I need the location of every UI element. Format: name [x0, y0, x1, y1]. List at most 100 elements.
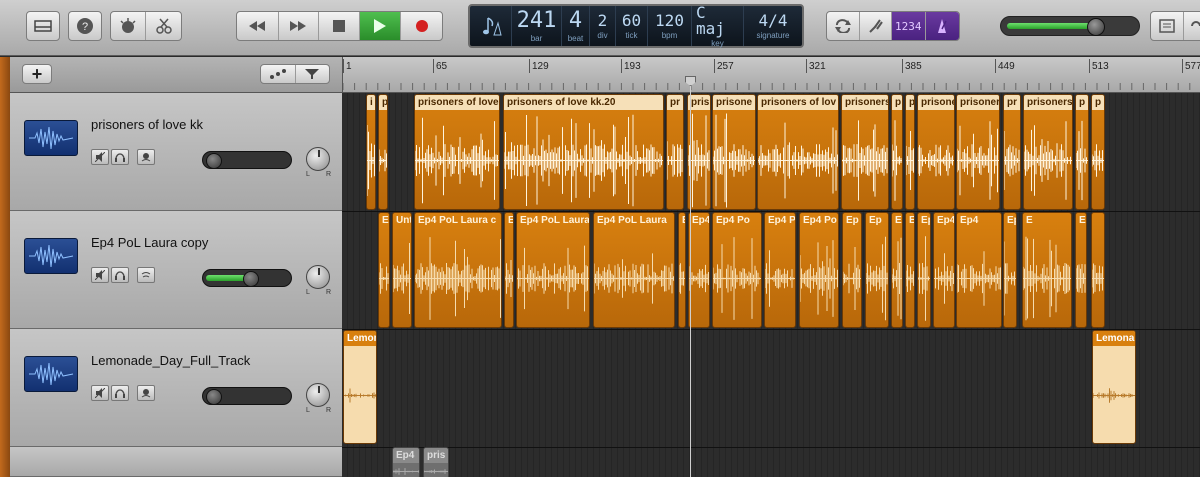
record-enable-button[interactable]	[137, 267, 155, 283]
audio-region[interactable]	[1091, 212, 1105, 328]
track-name[interactable]: prisoners of love kk	[91, 117, 203, 132]
audio-region[interactable]: p	[905, 94, 915, 210]
loop-browser-button[interactable]	[1184, 12, 1200, 40]
cycle-button[interactable]	[827, 12, 860, 40]
record-enable-button[interactable]	[137, 149, 155, 165]
record-enable-button[interactable]	[137, 385, 155, 401]
record-button[interactable]	[401, 12, 442, 40]
playhead[interactable]	[690, 80, 691, 477]
audio-region[interactable]: Ep4 Po	[712, 212, 762, 328]
solo-button[interactable]	[111, 149, 129, 165]
audio-region[interactable]: Lemona	[343, 330, 377, 444]
pan-knob[interactable]	[306, 265, 330, 289]
mute-button[interactable]	[91, 385, 109, 401]
lcd-key-cell[interactable]: C maj key	[692, 4, 744, 48]
audio-region[interactable]: p	[1091, 94, 1105, 210]
arrange-area[interactable]: ipprisoners of loveprisoners of love kk.…	[342, 93, 1200, 477]
audio-region[interactable]: E	[891, 212, 903, 328]
stop-button[interactable]	[319, 12, 360, 40]
audio-region[interactable]: Ep4 PoL Laura	[516, 212, 590, 328]
audio-region[interactable]: Ep	[865, 212, 889, 328]
audio-region[interactable]: p	[891, 94, 903, 210]
audio-region[interactable]: Ep	[842, 212, 862, 328]
audio-region[interactable]: Ep4	[392, 447, 420, 477]
track-volume-slider[interactable]	[202, 151, 292, 169]
smart-controls-button[interactable]	[111, 12, 147, 40]
track-name[interactable]: Ep4 PoL Laura copy	[91, 235, 208, 250]
library-button[interactable]	[26, 11, 60, 41]
audio-region[interactable]: prisoners	[1023, 94, 1073, 210]
audio-region[interactable]: pris	[423, 447, 449, 477]
lcd-bpm-cell[interactable]: 120 bpm	[648, 6, 692, 46]
notepad-button[interactable]	[1151, 12, 1184, 40]
rewind-button[interactable]	[237, 12, 279, 40]
track-header-2[interactable]: Ep4 PoL Laura copy L R	[10, 211, 342, 329]
audio-region[interactable]: Lemona	[1092, 330, 1136, 444]
lcd-signature-cell[interactable]: 4/4 signature	[744, 6, 802, 46]
lcd-display[interactable]: 241 bar 4 beat 2 div 60 tick 120 bpm C m…	[468, 4, 804, 48]
audio-region[interactable]: prisone	[712, 94, 756, 210]
audio-region[interactable]: p	[1075, 94, 1089, 210]
audio-region[interactable]: Ep4	[917, 212, 931, 328]
audio-region[interactable]: E	[678, 212, 686, 328]
timeline-ruler[interactable]: 1 65 129 193 257 321 385 449 513 577	[342, 57, 1200, 93]
audio-region[interactable]: E	[905, 212, 915, 328]
metronome-button[interactable]	[925, 12, 959, 40]
audio-region[interactable]: Ep4	[956, 212, 1002, 328]
audio-region[interactable]: Ep4 PoL Laura	[593, 212, 675, 328]
tuner-button[interactable]	[860, 12, 893, 40]
master-volume-slider[interactable]	[1000, 16, 1140, 36]
audio-region[interactable]: prisoner	[956, 94, 1000, 210]
audio-region[interactable]: pr	[666, 94, 684, 210]
track-header-1[interactable]: prisoners of love kk L R	[10, 93, 342, 211]
audio-region[interactable]: Ep4	[688, 212, 710, 328]
track-header-3[interactable]: Lemonade_Day_Full_Track L R	[10, 329, 342, 447]
audio-region[interactable]: prisoners of love kk.20	[503, 94, 664, 210]
automation-button[interactable]	[261, 65, 296, 83]
audio-region[interactable]: pr	[1003, 94, 1021, 210]
waveform-icon	[24, 356, 78, 392]
track-volume-knob[interactable]	[243, 271, 260, 286]
help-button[interactable]: ?	[68, 11, 102, 41]
editors-button[interactable]	[146, 12, 181, 40]
audio-region[interactable]: E	[504, 212, 514, 328]
pan-knob[interactable]	[306, 147, 330, 171]
mute-button[interactable]	[91, 149, 109, 165]
region-waveform	[934, 229, 954, 327]
audio-region[interactable]: Ep4 PoL Laura c	[414, 212, 502, 328]
filter-button[interactable]	[296, 65, 329, 83]
audio-region[interactable]: p	[378, 94, 388, 210]
audio-region[interactable]: Ep4 Po	[799, 212, 839, 328]
audio-region[interactable]: Ep4 P	[764, 212, 796, 328]
track-volume-slider[interactable]	[202, 387, 292, 405]
track-volume-slider[interactable]	[202, 269, 292, 287]
audio-region[interactable]: E	[378, 212, 390, 328]
audio-region[interactable]: prisoners of love	[414, 94, 500, 210]
add-track-button[interactable]: +	[22, 64, 52, 84]
track-volume-knob[interactable]	[206, 153, 222, 168]
audio-region[interactable]: prisoners	[841, 94, 889, 210]
track-volume-knob[interactable]	[206, 389, 222, 404]
mute-button[interactable]	[91, 267, 109, 283]
audio-region[interactable]: i	[366, 94, 376, 210]
pan-knob[interactable]	[306, 383, 330, 407]
master-volume-knob[interactable]	[1087, 18, 1106, 36]
count-in-button[interactable]: 1234	[892, 12, 926, 40]
lcd-mode-cell[interactable]	[470, 6, 512, 46]
audio-region[interactable]: E	[1022, 212, 1072, 328]
ruler-label-449: 449	[998, 61, 1015, 72]
fast-forward-button[interactable]	[279, 12, 320, 40]
audio-region[interactable]: prisoners of lov	[757, 94, 839, 210]
audio-region[interactable]: Ep4 Po	[1003, 212, 1017, 328]
track-name[interactable]: Lemonade_Day_Full_Track	[91, 353, 250, 368]
audio-region[interactable]: Unt	[392, 212, 412, 328]
solo-button[interactable]	[111, 385, 129, 401]
region-title: pris	[424, 448, 448, 463]
audio-region[interactable]: E	[1075, 212, 1087, 328]
solo-button[interactable]	[111, 267, 129, 283]
region-waveform	[517, 229, 589, 327]
audio-region[interactable]: prisone	[917, 94, 955, 210]
play-button[interactable]	[359, 12, 402, 40]
audio-region[interactable]: Ep4 Po	[933, 212, 955, 328]
track-header-4[interactable]	[10, 447, 342, 477]
